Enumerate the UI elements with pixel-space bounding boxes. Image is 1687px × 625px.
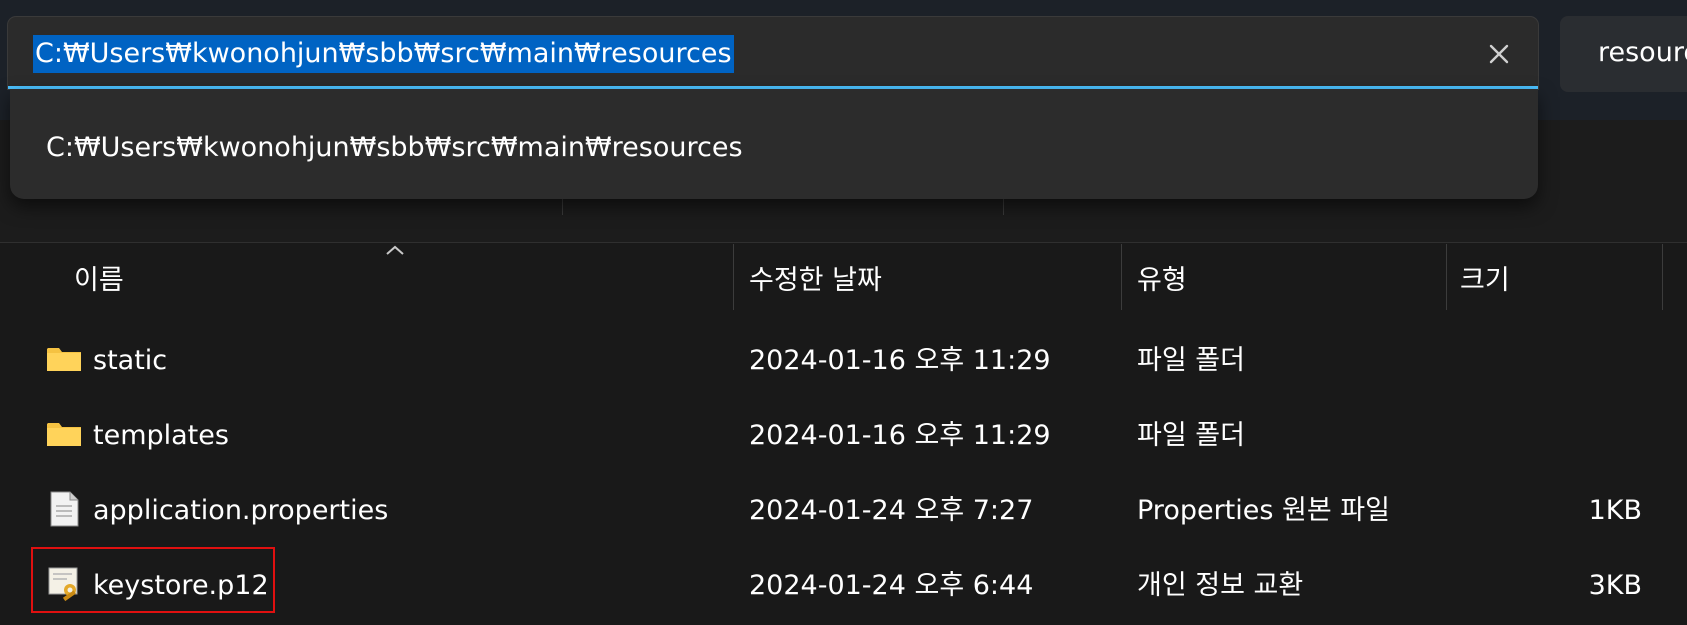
close-icon[interactable] (1484, 39, 1514, 69)
column-header-type[interactable]: 유형 (1137, 262, 1187, 300)
file-row[interactable]: application.properties 2024-01-24 오후 7:2… (0, 474, 1687, 548)
file-row[interactable]: static 2024-01-16 오후 11:29 파일 폴더 (0, 324, 1687, 398)
folder-icon (47, 423, 81, 446)
file-date-modified: 2024-01-16 오후 11:29 (749, 420, 1051, 451)
column-header-size[interactable]: 크기 (1460, 262, 1510, 300)
file-type: 파일 폴더 (1137, 345, 1245, 376)
column-header-date-modified[interactable]: 수정한 날짜 (749, 262, 882, 300)
column-divider[interactable] (733, 244, 734, 310)
address-suggestion-dropdown: C:₩Users₩kwonohjun₩sbb₩src₩main₩resource… (10, 89, 1538, 199)
address-suggestion-item[interactable]: C:₩Users₩kwonohjun₩sbb₩src₩main₩resource… (46, 129, 743, 167)
file-type: 파일 폴더 (1137, 420, 1245, 451)
file-name: keystore.p12 (93, 570, 269, 601)
address-input-selected-text[interactable]: C:₩Users₩kwonohjun₩sbb₩src₩main₩resource… (33, 35, 734, 73)
document-icon (50, 491, 79, 527)
file-type: 개인 정보 교환 (1137, 570, 1304, 601)
sort-ascending-icon (386, 245, 404, 255)
file-name: application.properties (93, 495, 389, 526)
search-box[interactable]: resources (1560, 16, 1687, 92)
column-header-name[interactable]: 이름 (74, 262, 124, 300)
column-divider[interactable] (1446, 244, 1447, 310)
file-date-modified: 2024-01-16 오후 11:29 (749, 345, 1051, 376)
file-date-modified: 2024-01-24 오후 7:27 (749, 495, 1034, 526)
column-divider[interactable] (1121, 244, 1122, 310)
search-box-text: resources (1598, 37, 1687, 68)
folder-icon (47, 348, 81, 371)
certificate-icon (48, 567, 78, 602)
file-date-modified: 2024-01-24 오후 6:44 (749, 570, 1034, 601)
column-divider[interactable] (1662, 244, 1663, 310)
file-size: 1KB (1588, 495, 1642, 526)
file-row[interactable]: keystore.p12 2024-01-24 오후 6:44 개인 정보 교환… (0, 549, 1687, 623)
file-size: 3KB (1588, 570, 1642, 601)
file-name: static (93, 345, 168, 376)
address-bar[interactable]: C:₩Users₩kwonohjun₩sbb₩src₩main₩resource… (8, 17, 1538, 89)
file-type: Properties 원본 파일 (1137, 495, 1390, 526)
file-name: templates (93, 420, 229, 451)
file-row[interactable]: templates 2024-01-16 오후 11:29 파일 폴더 (0, 399, 1687, 473)
